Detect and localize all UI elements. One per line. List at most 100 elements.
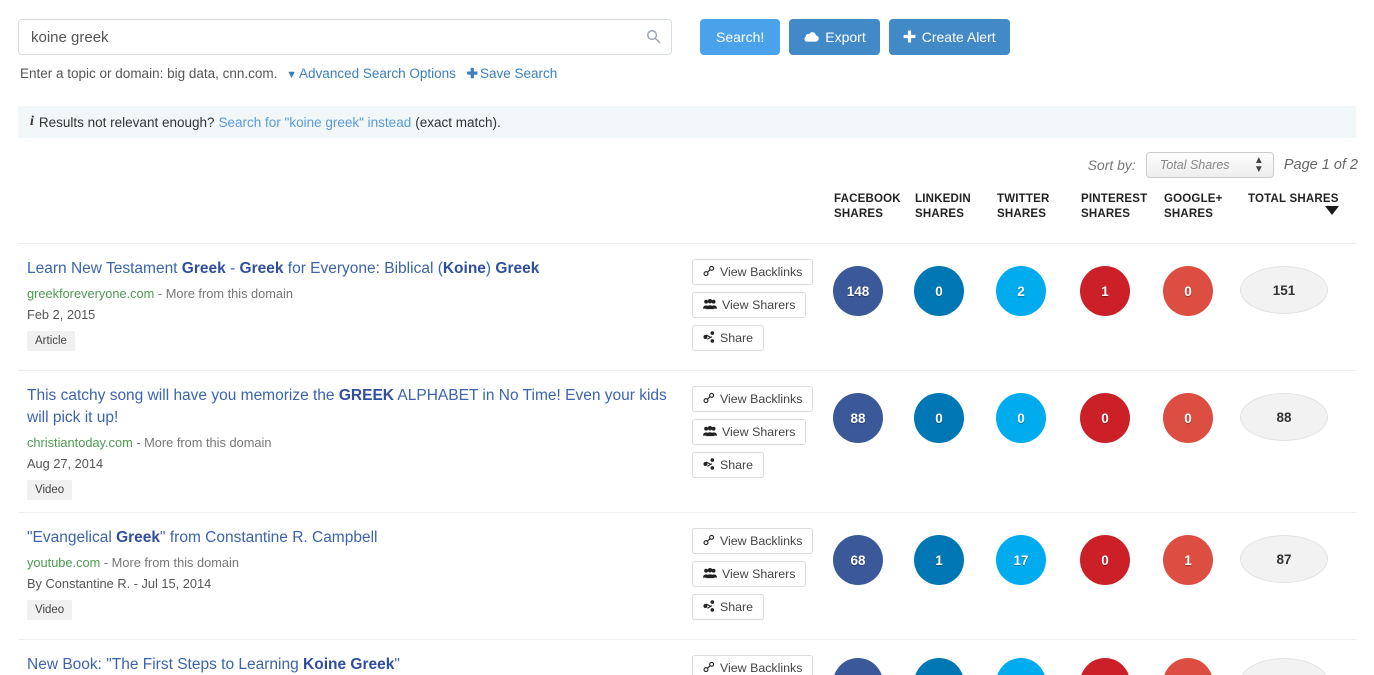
metric-pinterest: 1 (1080, 266, 1130, 316)
column-header-total[interactable]: TOTAL SHARES (1248, 192, 1339, 207)
result-title-link[interactable]: This catchy song will have you memorize … (27, 385, 682, 429)
view-sharers-button[interactable]: View Sharers (692, 561, 806, 587)
column-header-googleplus[interactable]: GOOGLE+SHARES (1164, 192, 1223, 222)
metric-facebook: 148 (833, 266, 883, 316)
link-icon (703, 265, 715, 280)
result-title-link[interactable]: New Book: "The First Steps to Learning K… (27, 654, 682, 675)
view-backlinks-button[interactable]: View Backlinks (692, 655, 813, 675)
metric-facebook: 68 (833, 535, 883, 585)
metric-total: 87 (1240, 535, 1328, 583)
users-icon (703, 567, 717, 582)
exact-match-link[interactable]: Search for "koine greek" instead (219, 115, 412, 130)
result-row: New Book: "The First Steps to Learning K… (18, 639, 1356, 675)
create-alert-button[interactable]: Create Alert (889, 19, 1010, 55)
result-title-link[interactable]: Learn New Testament Greek - Greek for Ev… (27, 258, 682, 280)
link-icon (703, 534, 715, 549)
metric-googleplus: 0 (1163, 266, 1213, 316)
view-backlinks-button[interactable]: View Backlinks (692, 528, 813, 554)
share-icon (703, 600, 715, 615)
metric-twitter: 17 (996, 535, 1046, 585)
view-sharers-button[interactable]: View Sharers (692, 419, 806, 445)
column-header-linkedin[interactable]: LINKEDINSHARES (915, 192, 971, 222)
result-metrics: 1480210151 (820, 258, 1356, 358)
result-domain-name[interactable]: youtube.com (27, 555, 100, 570)
column-header-facebook[interactable]: FACEBOOKSHARES (834, 192, 901, 222)
metric-facebook: 88 (833, 393, 883, 443)
result-domain-name[interactable]: greekforeveryone.com (27, 286, 154, 301)
sort-direction-caret-icon[interactable] (1325, 206, 1339, 215)
result-title-link[interactable]: "Evangelical Greek" from Constantine R. … (27, 527, 682, 549)
result-row: This catchy song will have you memorize … (18, 370, 1356, 512)
sort-by-label: Sort by: (1088, 157, 1136, 173)
view-sharers-button[interactable]: View Sharers (692, 292, 806, 318)
chevron-down-icon[interactable]: ▼ (286, 69, 297, 81)
result-info: New Book: "The First Steps to Learning K… (18, 654, 692, 675)
search-toolbar: Search! Export Create Alert (18, 19, 1010, 55)
result-domain: youtube.com - More from this domain (27, 555, 692, 570)
metric-twitter: 2 (996, 658, 1046, 675)
share-button-label: Share (720, 458, 753, 472)
advanced-search-options-link[interactable]: Advanced Search Options (299, 66, 456, 81)
view-backlinks-button[interactable]: View Backlinks (692, 259, 813, 285)
users-icon (703, 425, 717, 440)
more-from-domain-link[interactable]: - More from this domain (104, 555, 239, 570)
result-domain: greekforeveryone.com - More from this do… (27, 286, 692, 301)
result-row: Learn New Testament Greek - Greek for Ev… (18, 243, 1356, 370)
share-button[interactable]: Share (692, 594, 764, 620)
result-metrics: 88000088 (820, 385, 1356, 500)
link-icon (703, 661, 715, 675)
export-button-label: Export (825, 29, 865, 45)
link-icon (703, 392, 715, 407)
metric-googleplus: 0 (1163, 393, 1213, 443)
metric-pinterest: 0 (1080, 535, 1130, 585)
sort-by-select[interactable]: Total Shares ▲▼ (1146, 152, 1274, 178)
view-backlinks-button[interactable]: View Backlinks (692, 386, 813, 412)
search-button[interactable]: Search! (700, 19, 780, 55)
banner-suffix: (exact match). (415, 115, 501, 130)
column-header-line1: PINTEREST (1081, 193, 1147, 205)
share-button-label: Share (720, 600, 753, 614)
more-from-domain-link[interactable]: - More from this domain (136, 435, 271, 450)
result-domain: christiantoday.com - More from this doma… (27, 435, 692, 450)
result-type-badge: Video (27, 600, 72, 620)
view-backlinks-button-label: View Backlinks (720, 265, 802, 279)
column-header-pinterest[interactable]: PINTERESTSHARES (1081, 192, 1147, 222)
result-metrics: 25320030 (820, 654, 1356, 675)
search-results-page: Search! Export Create Alert Enter a topi… (0, 0, 1374, 675)
plus-icon-save[interactable]: ✚ (467, 66, 478, 81)
sort-by-selected-value: Total Shares (1160, 158, 1230, 172)
result-type-badge: Article (27, 331, 75, 351)
metric-pinterest: 0 (1080, 393, 1130, 443)
users-icon (703, 298, 717, 313)
column-header-line2: SHARES (1164, 208, 1213, 220)
share-button[interactable]: Share (692, 452, 764, 478)
metric-googleplus: 1 (1163, 535, 1213, 585)
result-info: This catchy song will have you memorize … (18, 385, 692, 500)
info-icon: i (30, 114, 34, 130)
result-actions: View Backlinks View Sharers Share (692, 258, 820, 358)
metric-column-headers: FACEBOOKSHARES LINKEDINSHARES TWITTERSHARE… (0, 192, 1374, 232)
result-domain-name[interactable]: christiantoday.com (27, 435, 133, 450)
view-backlinks-button-label: View Backlinks (720, 661, 802, 675)
search-button-label: Search! (716, 29, 764, 45)
view-sharers-button-label: View Sharers (722, 567, 795, 581)
search-input[interactable] (18, 19, 672, 55)
more-from-domain-link[interactable]: - More from this domain (158, 286, 293, 301)
metric-linkedin: 0 (914, 266, 964, 316)
result-date: Feb 2, 2015 (27, 307, 692, 322)
export-button[interactable]: Export (789, 19, 879, 55)
sort-controls: Sort by: Total Shares ▲▼ Page 1 of 2 (1088, 152, 1358, 178)
search-field-wrapper (18, 19, 672, 55)
save-search-link[interactable]: Save Search (480, 66, 557, 81)
sort-updown-icon: ▲▼ (1254, 156, 1264, 174)
create-alert-button-label: Create Alert (922, 29, 996, 45)
column-header-twitter[interactable]: TWITTERSHARES (997, 192, 1050, 222)
result-actions: View BacklinksView Sharers (692, 654, 820, 675)
banner-prefix: Results not relevant enough? (39, 115, 215, 130)
metric-pinterest: 0 (1080, 658, 1130, 675)
result-row: "Evangelical Greek" from Constantine R. … (18, 512, 1356, 639)
metric-total: 30 (1240, 658, 1328, 675)
column-header-line2: SHARES (834, 208, 883, 220)
share-button[interactable]: Share (692, 325, 764, 351)
column-header-line2: SHARES (997, 208, 1046, 220)
